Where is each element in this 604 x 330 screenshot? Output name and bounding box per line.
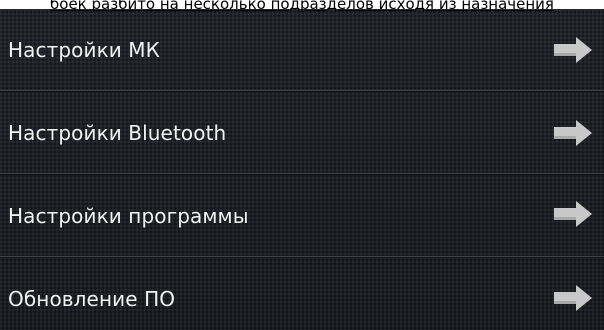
arrow-right-icon <box>554 120 592 146</box>
menu-item-label: Настройки МК <box>8 38 160 62</box>
menu-item-label: Настройки Bluetooth <box>8 121 227 145</box>
arrow-right-icon <box>554 37 592 63</box>
caption-text: боек разбито на несколько подразделов ис… <box>50 0 554 12</box>
menu-item-program-settings[interactable]: Настройки программы <box>0 175 604 257</box>
settings-screen: Настройки МК Настройки Bluetooth Настрой… <box>0 9 604 330</box>
arrow-right-icon <box>554 201 592 227</box>
menu-item-label: Обновление ПО <box>8 287 176 311</box>
menu-item-label: Настройки программы <box>8 204 249 228</box>
menu-item-bluetooth-settings[interactable]: Настройки Bluetooth <box>0 92 604 174</box>
menu-item-firmware-update[interactable]: Обновление ПО <box>0 258 604 330</box>
arrow-right-icon <box>554 285 592 311</box>
menu-item-mk-settings[interactable]: Настройки МК <box>0 9 604 91</box>
